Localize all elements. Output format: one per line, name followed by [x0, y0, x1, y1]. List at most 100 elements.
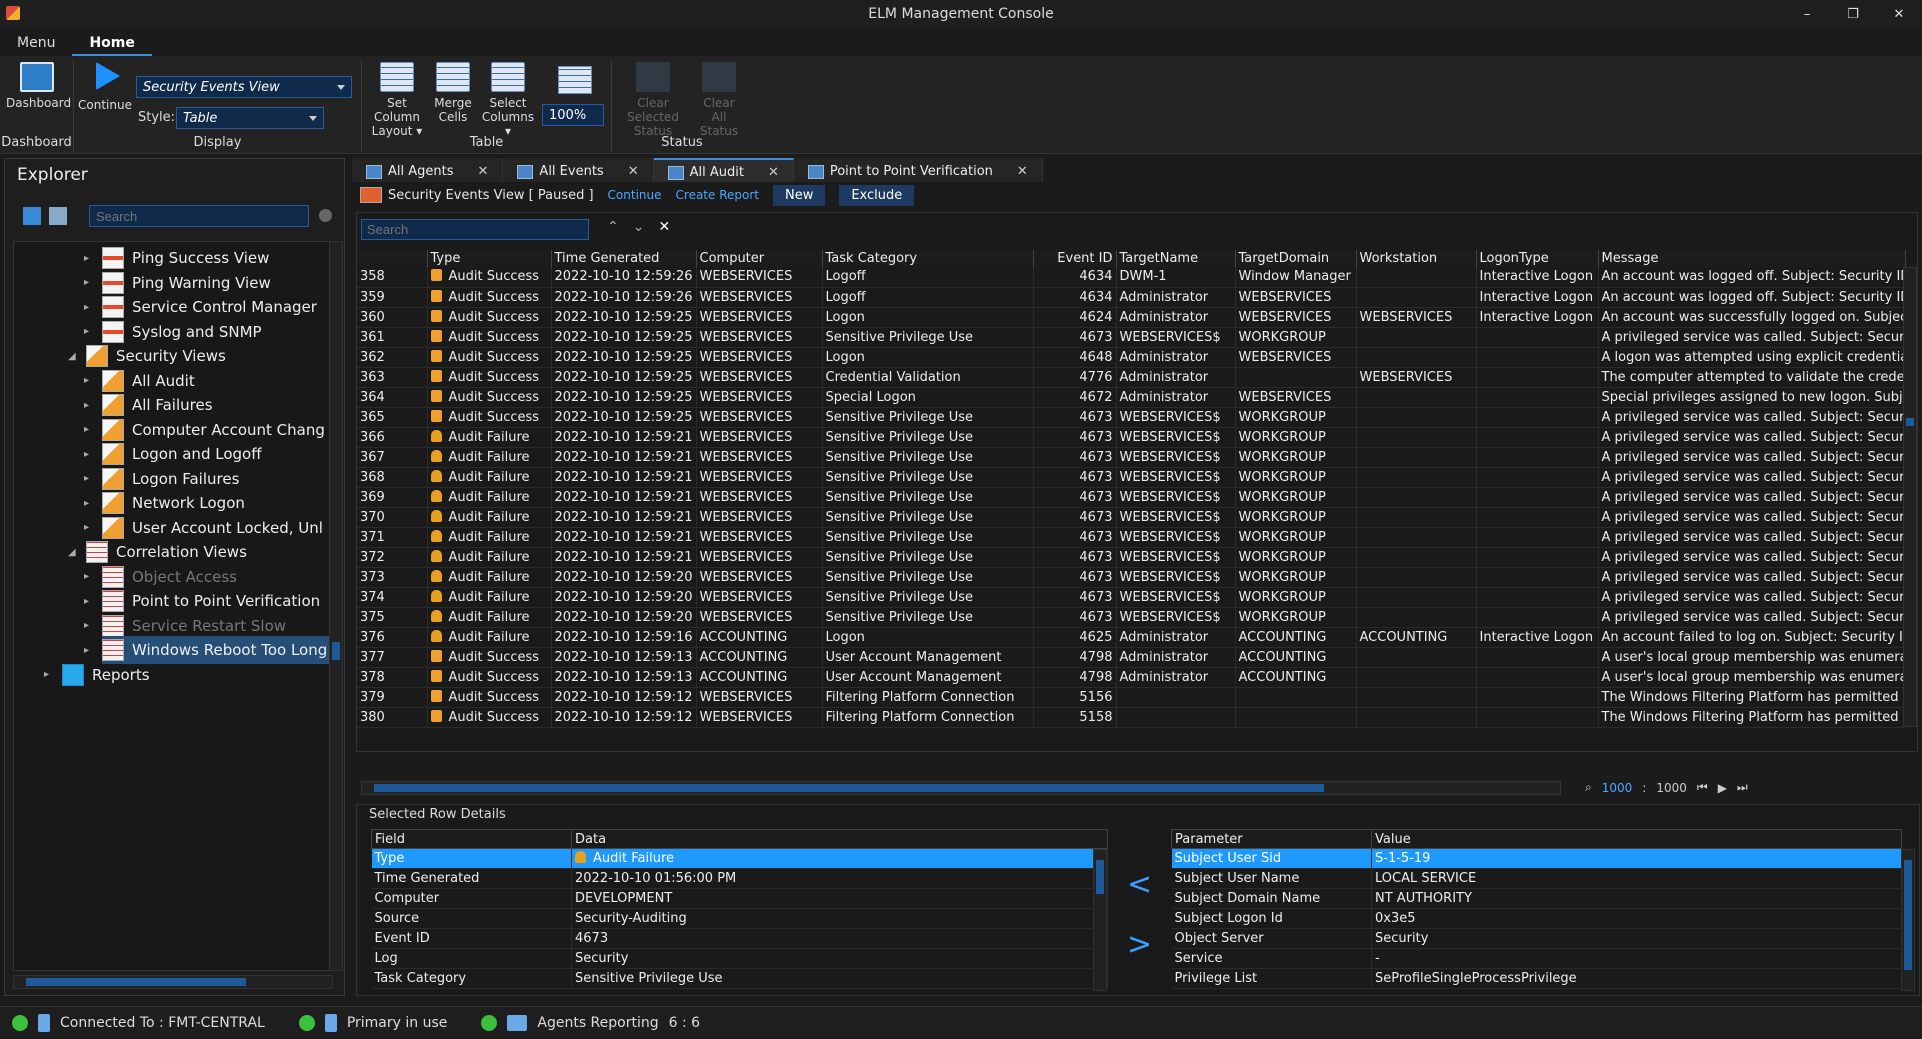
expand-arrow-icon[interactable]: ▸ — [84, 473, 89, 484]
explorer-search-input[interactable] — [89, 205, 309, 227]
table-row[interactable]: Event ID 4673 — [371, 928, 1108, 949]
table-row[interactable]: 371 Audit Failure 2022-10-10 12:59:21 WEBSE… — [357, 527, 1906, 548]
expand-arrow-icon[interactable]: ▸ — [84, 277, 89, 288]
table-row[interactable]: Time Generated 2022-10-10 01:56:00 PM — [371, 868, 1108, 889]
column-header[interactable]: Event ID — [1033, 250, 1117, 267]
minimize-button[interactable]: – — [1784, 0, 1830, 28]
page-current[interactable]: 1000 — [1602, 781, 1633, 795]
table-row[interactable]: 364 Audit Success 2022-10-10 12:59:25 WEBSE… — [357, 387, 1906, 408]
column-header[interactable]: Workstation — [1356, 250, 1477, 267]
dashboard-button[interactable]: Dashboard — [6, 62, 71, 110]
table-row[interactable]: 378 Audit Success 2022-10-10 12:59:13 ACCOU… — [357, 667, 1906, 688]
expand-arrow-icon[interactable]: ▸ — [84, 620, 89, 631]
table-row[interactable]: 362 Audit Success 2022-10-10 12:59:25 WEBSE… — [357, 347, 1906, 368]
zoom-stepper[interactable]: 100% — [542, 104, 604, 126]
grid-vertical-scrollbar[interactable] — [1903, 267, 1917, 727]
search-prev-icon[interactable]: ⌃ — [607, 219, 619, 235]
create-report-link[interactable]: Create Report — [676, 188, 759, 202]
continue-button[interactable]: Continue — [78, 62, 132, 112]
column-header[interactable]: Task Category — [822, 250, 1034, 267]
first-page-icon[interactable]: ⏮ — [1697, 780, 1708, 795]
table-row[interactable]: Task Category Sensitive Privilege Use — [371, 968, 1108, 989]
close-tab-icon[interactable]: ✕ — [478, 164, 489, 179]
table-row[interactable]: 365 Audit Success 2022-10-10 12:59:25 WEBSE… — [357, 407, 1906, 428]
table-row[interactable]: 376 Audit Failure 2022-10-10 12:59:16 ACCOU… — [357, 627, 1906, 648]
table-row[interactable]: 372 Audit Failure 2022-10-10 12:59:21 WEBSE… — [357, 547, 1906, 568]
table-row[interactable]: Subject Domain Name NT AUTHORITY — [1171, 888, 1902, 909]
column-header[interactable]: Message — [1598, 250, 1906, 267]
expand-arrow-icon[interactable]: ▸ — [84, 424, 89, 435]
details-right-scrollbar[interactable] — [1901, 849, 1915, 991]
expand-arrow-icon[interactable]: ▸ — [84, 302, 89, 313]
next-record-icon[interactable]: > — [1127, 927, 1152, 962]
table-row[interactable]: Log Security — [371, 948, 1108, 969]
menu-tab-menu[interactable]: Menu — [0, 30, 72, 56]
table-row[interactable]: Type Audit Failure — [371, 848, 1108, 869]
table-row[interactable]: 366 Audit Failure 2022-10-10 12:59:21 WEBSE… — [357, 427, 1906, 448]
tree-horizontal-scrollbar[interactable] — [13, 975, 333, 989]
last-page-icon[interactable]: ⏭ — [1737, 780, 1748, 795]
table-row[interactable]: 373 Audit Failure 2022-10-10 12:59:20 WEBSE… — [357, 567, 1906, 588]
view-select[interactable]: Security Events View — [136, 76, 352, 98]
table-row[interactable]: 361 Audit Success 2022-10-10 12:59:25 WEBSE… — [357, 327, 1906, 348]
column-header[interactable]: LogonType — [1476, 250, 1599, 267]
table-row[interactable]: 375 Audit Failure 2022-10-10 12:59:20 WEBSE… — [357, 607, 1906, 628]
table-row[interactable]: 363 Audit Success 2022-10-10 12:59:25 WEBSE… — [357, 367, 1906, 388]
tab-point-to-point[interactable]: Point to Point Verification ✕ — [793, 158, 1043, 182]
column-header[interactable]: Computer — [696, 250, 823, 267]
continue-link[interactable]: Continue — [608, 188, 662, 202]
expand-arrow-icon[interactable]: ▸ — [84, 571, 89, 582]
expand-arrow-icon[interactable]: ▸ — [44, 669, 49, 680]
expand-arrow-icon[interactable]: ▸ — [84, 449, 89, 460]
clear-selected-status-button[interactable]: Clear Selected Status — [618, 62, 688, 138]
column-header[interactable] — [357, 250, 428, 267]
table-row[interactable]: 359 Audit Success 2022-10-10 12:59:26 WEBSE… — [357, 287, 1906, 308]
expand-arrow-icon[interactable]: ▸ — [84, 253, 89, 264]
details-left-scrollbar[interactable] — [1093, 849, 1107, 991]
close-tab-icon[interactable]: ✕ — [768, 165, 779, 180]
column-header[interactable]: Type — [427, 250, 552, 267]
table-row[interactable]: 360 Audit Success 2022-10-10 12:59:25 WEBSE… — [357, 307, 1906, 328]
table-row[interactable]: 374 Audit Failure 2022-10-10 12:59:20 WEBSE… — [357, 587, 1906, 608]
expand-arrow-icon[interactable]: ◢ — [68, 547, 76, 558]
clear-search-icon[interactable] — [319, 209, 332, 222]
search-close-icon[interactable]: ✕ — [658, 219, 670, 235]
search-next-icon[interactable]: ⌄ — [633, 219, 645, 235]
expand-arrow-icon[interactable]: ▸ — [84, 522, 89, 533]
tree-item[interactable]: ▸ Reports — [44, 661, 150, 689]
table-row[interactable]: Computer DEVELOPMENT — [371, 888, 1108, 909]
table-row[interactable]: Subject Logon Id 0x3e5 — [1171, 908, 1902, 929]
table-row[interactable]: 358 Audit Success 2022-10-10 12:59:26 WEBSE… — [357, 267, 1906, 288]
clear-all-status-button[interactable]: Clear All Status — [694, 62, 744, 138]
close-button[interactable]: ✕ — [1876, 0, 1922, 28]
close-tab-icon[interactable]: ✕ — [628, 164, 639, 179]
tree-vertical-scrollbar[interactable] — [329, 241, 343, 971]
table-row[interactable]: Subject User Name LOCAL SERVICE — [1171, 868, 1902, 889]
table-row[interactable]: 380 Audit Success 2022-10-10 12:59:12 WEBSE… — [357, 707, 1906, 728]
table-row[interactable]: 377 Audit Success 2022-10-10 12:59:13 ACCOU… — [357, 647, 1906, 668]
table-row[interactable]: Privilege List SeProfileSingleProcessPriv… — [1171, 968, 1902, 989]
expand-arrow-icon[interactable]: ▸ — [84, 645, 89, 656]
new-button[interactable]: New — [772, 184, 826, 206]
table-row[interactable]: 368 Audit Failure 2022-10-10 12:59:21 WEBSE… — [357, 467, 1906, 488]
grid-search-input[interactable] — [361, 219, 589, 240]
expand-arrow-icon[interactable]: ▸ — [84, 596, 89, 607]
tree-view-icon[interactable] — [23, 207, 41, 225]
expand-arrow-icon[interactable]: ▸ — [84, 498, 89, 509]
column-header[interactable]: TargetDomain — [1235, 250, 1357, 267]
table-row[interactable]: 369 Audit Failure 2022-10-10 12:59:21 WEBSE… — [357, 487, 1906, 508]
tab-all-audit[interactable]: All Audit ✕ — [653, 158, 794, 182]
previous-record-icon[interactable]: < — [1127, 867, 1152, 902]
style-select[interactable]: Table — [176, 107, 324, 129]
column-header[interactable]: TargetName — [1116, 250, 1236, 267]
column-header[interactable]: Time Generated — [551, 250, 697, 267]
restore-button[interactable]: ❐ — [1830, 0, 1876, 28]
table-row[interactable]: 367 Audit Failure 2022-10-10 12:59:21 WEBSE… — [357, 447, 1906, 468]
expand-arrow-icon[interactable]: ◢ — [68, 351, 76, 362]
play-icon[interactable]: ▶ — [1718, 781, 1727, 795]
expand-arrow-icon[interactable]: ▸ — [84, 375, 89, 386]
menu-tab-home[interactable]: Home — [72, 30, 152, 56]
expand-arrow-icon[interactable]: ▸ — [84, 326, 89, 337]
list-view-icon[interactable] — [49, 207, 67, 225]
grid-horizontal-scrollbar[interactable] — [361, 781, 1561, 795]
